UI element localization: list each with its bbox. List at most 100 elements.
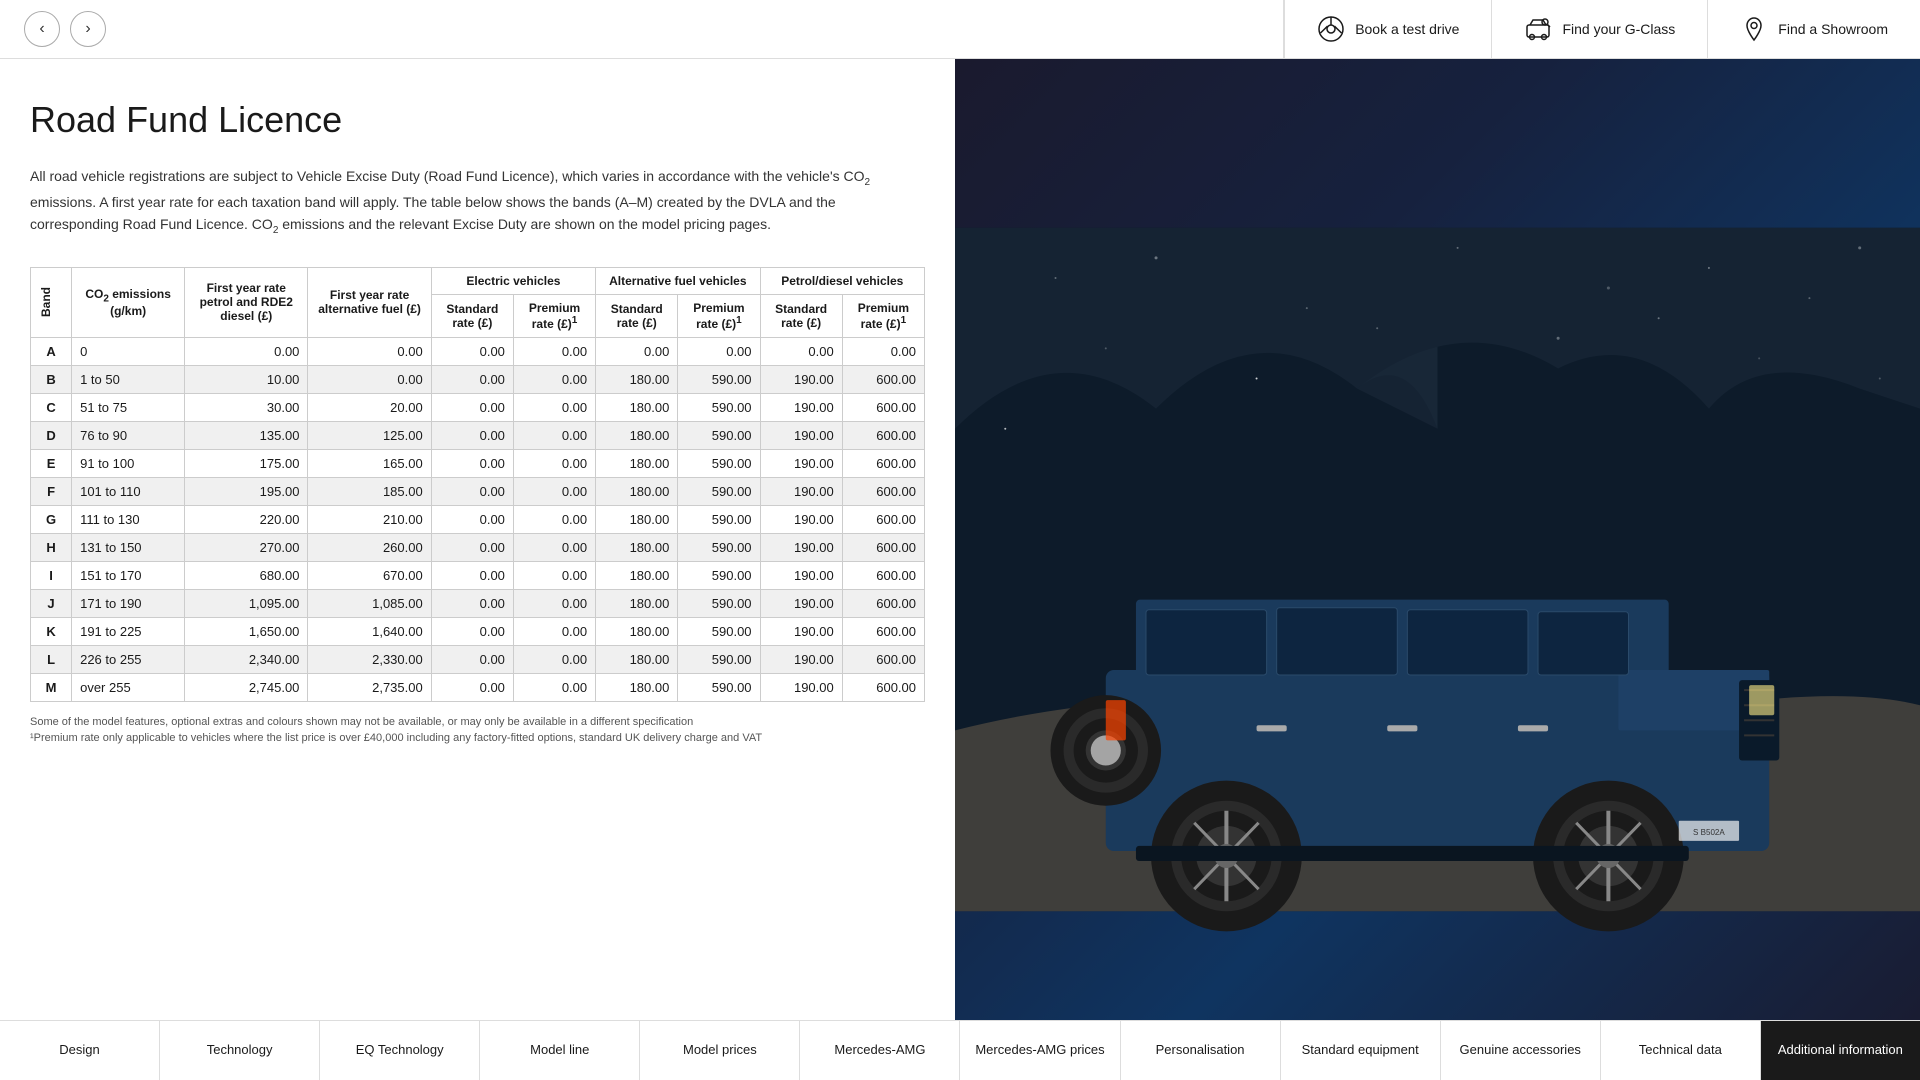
pet-std-cell: 190.00 [760,365,842,393]
bottom-nav-item-model-line[interactable]: Model line [480,1021,640,1080]
alt-prem-cell: 590.00 [678,645,760,673]
book-test-drive-label: Book a test drive [1355,21,1459,37]
band-cell: C [31,393,72,421]
forward-button[interactable]: › [70,11,106,47]
band-cell: G [31,505,72,533]
co2-cell: over 255 [72,673,185,701]
alt-fuel-cell: 2,735.00 [308,673,431,701]
table-row: F 101 to 110 195.00 185.00 0.00 0.00 180… [31,477,925,505]
ev-std-cell: 0.00 [431,477,513,505]
alt-prem-cell: 590.00 [678,421,760,449]
pet-prem-cell: 600.00 [842,505,924,533]
nav-actions: Book a test drive Find your G-Class [1283,0,1920,59]
pet-std-cell: 190.00 [760,449,842,477]
steering-wheel-icon [1317,15,1345,43]
bottom-nav-item-technical-data[interactable]: Technical data [1601,1021,1761,1080]
description: All road vehicle registrations are subje… [30,165,925,239]
co2-cell: 111 to 130 [72,505,185,533]
alt-prem-cell: 590.00 [678,477,760,505]
co2-cell: 131 to 150 [72,533,185,561]
road-fund-table: Band CO2 emissions (g/km) First year rat… [30,267,925,702]
bottom-nav-item-personalisation[interactable]: Personalisation [1121,1021,1281,1080]
band-header: Band [31,267,72,337]
co2-cell: 51 to 75 [72,393,185,421]
petrol-rde2-cell: 1,095.00 [185,589,308,617]
ev-prem-cell: 0.00 [513,421,595,449]
back-button[interactable]: ‹ [24,11,60,47]
book-test-drive-button[interactable]: Book a test drive [1284,0,1491,59]
alt-prem-cell: 0.00 [678,337,760,365]
pet-std-rate-header: Standard rate (£) [760,294,842,337]
bottom-nav-item-technology[interactable]: Technology [160,1021,320,1080]
table-row: G 111 to 130 220.00 210.00 0.00 0.00 180… [31,505,925,533]
pet-std-cell: 190.00 [760,393,842,421]
alt-std-cell: 180.00 [596,449,678,477]
alt-fuel-cell: 2,330.00 [308,645,431,673]
ev-prem-cell: 0.00 [513,337,595,365]
ev-std-rate-header: Standard rate (£) [431,294,513,337]
main-content: Road Fund Licence All road vehicle regis… [0,0,1920,1080]
co2-cell: 171 to 190 [72,589,185,617]
alt-std-cell: 180.00 [596,561,678,589]
band-cell: H [31,533,72,561]
alt-std-cell: 180.00 [596,589,678,617]
bottom-nav-item-standard-equipment[interactable]: Standard equipment [1281,1021,1441,1080]
bottom-nav-item-additional-information[interactable]: Additional information [1761,1021,1920,1080]
ev-prem-cell: 0.00 [513,561,595,589]
alt-std-cell: 180.00 [596,645,678,673]
pet-std-cell: 190.00 [760,505,842,533]
pet-prem-cell: 0.00 [842,337,924,365]
table-row: M over 255 2,745.00 2,735.00 0.00 0.00 1… [31,673,925,701]
bottom-nav-item-genuine-accessories[interactable]: Genuine accessories [1441,1021,1601,1080]
pet-prem-cell: 600.00 [842,673,924,701]
ev-prem-cell: 0.00 [513,533,595,561]
page-title: Road Fund Licence [30,99,925,141]
alt-std-rate-header: Standard rate (£) [596,294,678,337]
alt-prem-rate-header: Premium rate (£)1 [678,294,760,337]
ev-prem-cell: 0.00 [513,673,595,701]
co2-cell: 91 to 100 [72,449,185,477]
pet-prem-cell: 600.00 [842,533,924,561]
alt-prem-cell: 590.00 [678,393,760,421]
car-image: S B502A [955,59,1920,1080]
petrol-diesel-vehicles-header: Petrol/diesel vehicles [760,267,924,294]
ev-prem-cell: 0.00 [513,393,595,421]
alt-prem-cell: 590.00 [678,365,760,393]
ev-std-cell: 0.00 [431,561,513,589]
bottom-nav-item-mercedes-amg[interactable]: Mercedes-AMG [800,1021,960,1080]
location-icon [1740,15,1768,43]
ev-prem-cell: 0.00 [513,365,595,393]
find-showroom-button[interactable]: Find a Showroom [1707,0,1920,59]
alt-fuel-cell: 210.00 [308,505,431,533]
alt-fuel-cell: 670.00 [308,561,431,589]
band-cell: L [31,645,72,673]
ev-prem-cell: 0.00 [513,449,595,477]
car-image-panel: S B502A [955,59,1920,1080]
ev-prem-cell: 0.00 [513,477,595,505]
pet-prem-cell: 600.00 [842,477,924,505]
ev-std-cell: 0.00 [431,505,513,533]
find-g-class-button[interactable]: Find your G-Class [1491,0,1707,59]
petrol-rde2-cell: 2,340.00 [185,645,308,673]
alt-prem-cell: 590.00 [678,561,760,589]
ev-prem-cell: 0.00 [513,645,595,673]
bottom-nav-item-eq-technology[interactable]: EQ Technology [320,1021,480,1080]
alt-std-cell: 180.00 [596,477,678,505]
alt-fuel-cell: 0.00 [308,365,431,393]
pet-prem-cell: 600.00 [842,561,924,589]
band-cell: E [31,449,72,477]
ev-std-cell: 0.00 [431,673,513,701]
bottom-nav-item-design[interactable]: Design [0,1021,160,1080]
petrol-rde2-cell: 1,650.00 [185,617,308,645]
pet-prem-cell: 600.00 [842,645,924,673]
alt-std-cell: 180.00 [596,393,678,421]
ev-std-cell: 0.00 [431,449,513,477]
petrol-rde2-cell: 0.00 [185,337,308,365]
alt-fuel-vehicles-header: Alternative fuel vehicles [596,267,760,294]
alt-prem-cell: 590.00 [678,673,760,701]
bottom-nav-item-model-prices[interactable]: Model prices [640,1021,800,1080]
bottom-nav-item-mercedes-amg-prices[interactable]: Mercedes-AMG prices [960,1021,1120,1080]
co2-cell: 0 [72,337,185,365]
ev-prem-cell: 0.00 [513,617,595,645]
ev-prem-rate-header: Premium rate (£)1 [513,294,595,337]
